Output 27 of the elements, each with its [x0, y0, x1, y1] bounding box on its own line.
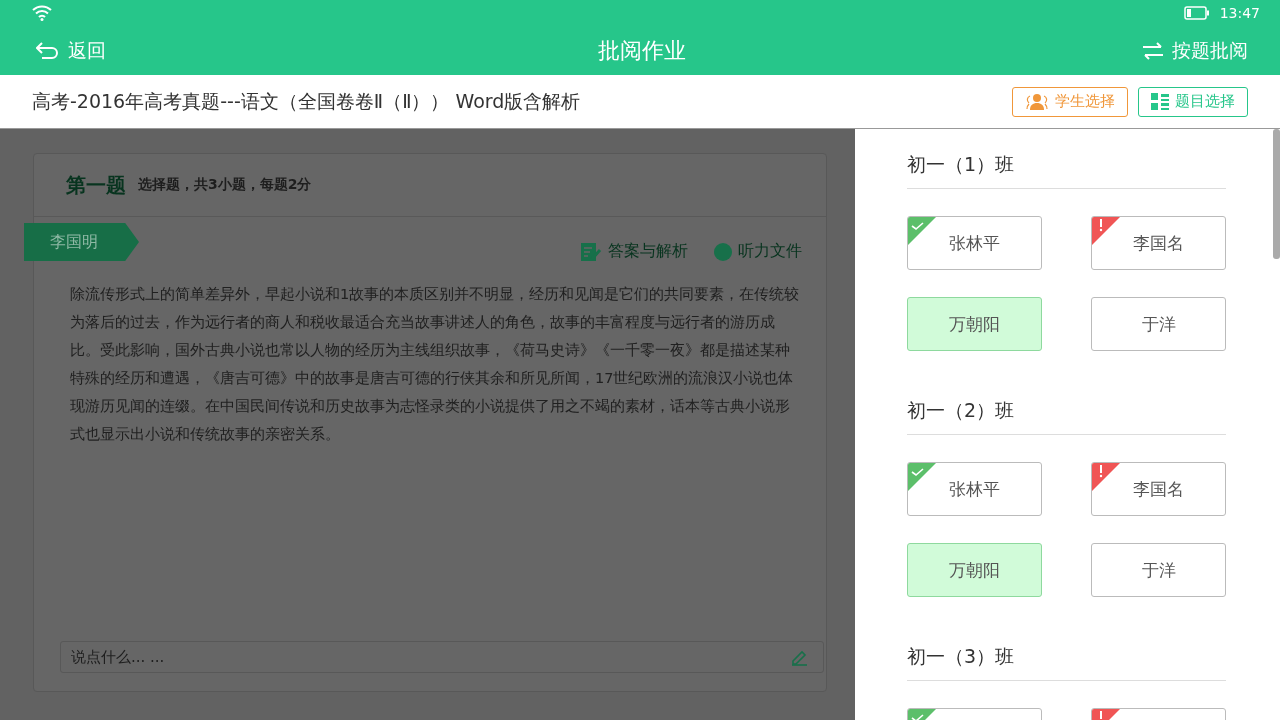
student-button[interactable]: 万朝阳 [907, 543, 1042, 597]
people-icon [1025, 92, 1049, 111]
student-button[interactable]: 万朝阳 [907, 297, 1042, 351]
student-button[interactable]: 李国名 [1091, 216, 1226, 270]
class-name: 初一（3）班 [907, 621, 1226, 681]
class-name: 初一（2）班 [907, 375, 1226, 435]
pencil-icon [790, 648, 808, 666]
student-button[interactable]: 张林平 [907, 216, 1042, 270]
grid-icon [1151, 92, 1169, 111]
student-ribbon: 李国明 [24, 223, 139, 261]
question-info: 选择题，共3小题，每题2分 [138, 176, 312, 194]
student-button[interactable]: 张林平 [907, 462, 1042, 516]
page-title: 批阅作业 [598, 36, 686, 65]
student-button[interactable]: 李国名 [1091, 462, 1226, 516]
class-name: 初一（1）班 [907, 129, 1226, 189]
circle-icon [714, 242, 732, 261]
comment-field[interactable]: 说点什么... ... [60, 641, 824, 673]
student-button[interactable]: 于洋 [1091, 297, 1226, 351]
student-button[interactable]: 于洋 [1091, 543, 1226, 597]
question-number: 第一题 [66, 171, 126, 199]
back-arrow-icon [36, 40, 60, 61]
clock-time: 13:47 [1219, 5, 1260, 21]
wifi-icon [32, 5, 52, 21]
battery-icon [1183, 6, 1210, 20]
swap-arrows-icon [1142, 41, 1164, 60]
edit-note-icon [580, 241, 602, 262]
document-title: 高考-2016年高考真题---语文（全国卷卷Ⅱ（Ⅱ）） Word版含解析 [32, 88, 581, 114]
